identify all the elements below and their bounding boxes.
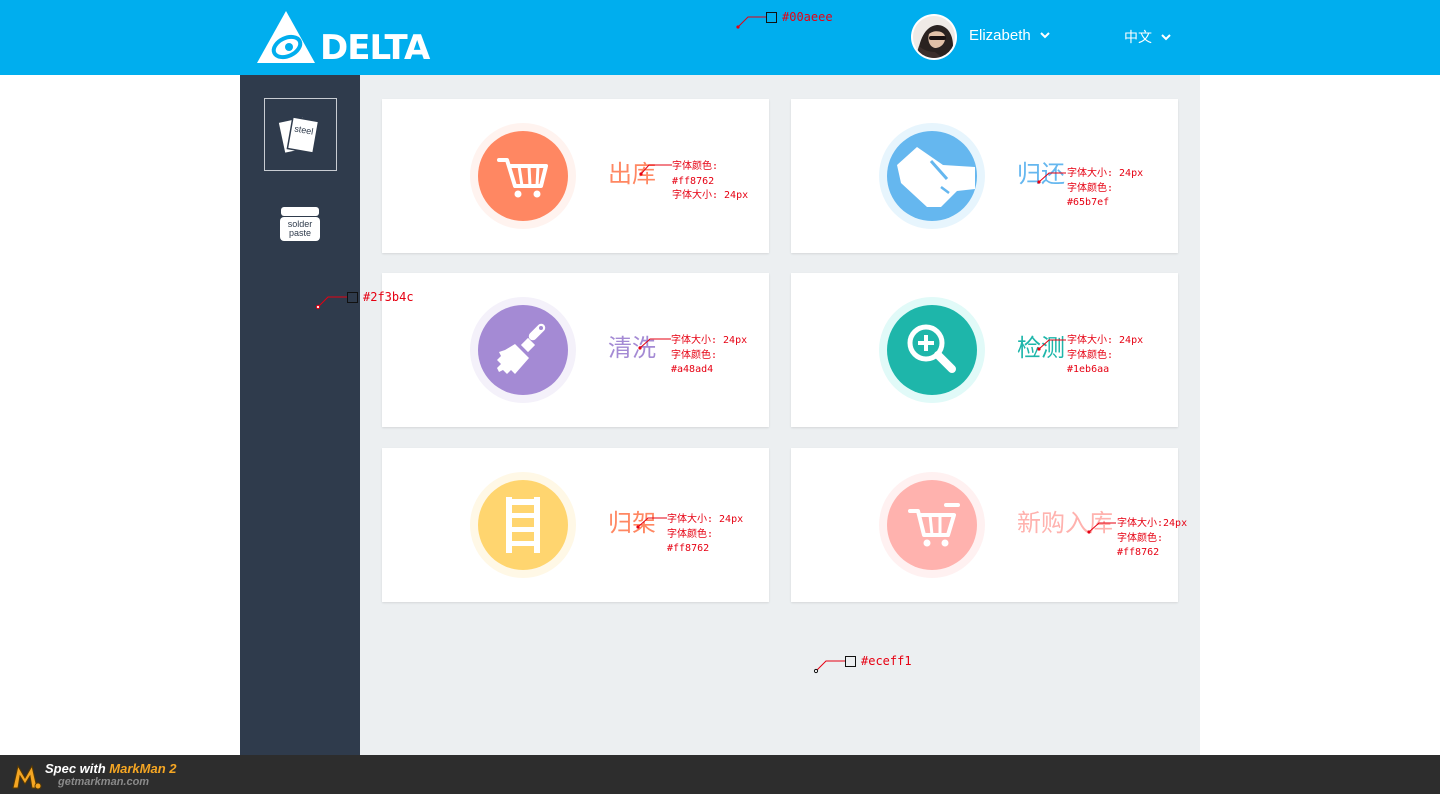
steel-sheets-icon: steel — [277, 115, 320, 155]
markman-credit[interactable]: Spec with MarkMan 2 — [45, 761, 177, 776]
avatar-photo-icon — [913, 16, 955, 58]
card-inspect[interactable]: 检测 字体大小: 24px 字体颜色: #1eb6aa — [791, 273, 1178, 427]
cart-icon — [497, 158, 548, 198]
sidebar-item-steel[interactable]: steel — [264, 98, 337, 171]
delta-logo[interactable]: DELTA — [256, 10, 430, 68]
sidebar: steel solder paste — [240, 75, 360, 755]
spec-annotation: 字体大小: 24px 字体颜色: #1eb6aa — [1067, 335, 1144, 375]
sidebar-item-solder-paste[interactable]: solder paste — [264, 189, 337, 262]
sidebar-color-spec: #2f3b4c — [347, 290, 414, 304]
card-label: 检测 — [1017, 334, 1065, 362]
card-label: 出库 — [608, 160, 656, 188]
card-icon-ring — [470, 297, 576, 403]
card-label: 归架 — [608, 509, 656, 537]
language-menu[interactable]: 中文 — [1124, 27, 1171, 47]
card-label: 归还 — [1017, 160, 1065, 188]
brush-icon — [497, 323, 546, 374]
markman-logo-icon — [12, 764, 42, 790]
markman-url[interactable]: getmarkman.com — [58, 776, 149, 788]
user-name: Elizabeth — [969, 27, 1031, 44]
delta-triangle-icon — [257, 11, 315, 63]
spec-annotation: 字体大小: 24px 字体颜色: #65b7ef — [1067, 168, 1144, 208]
language-label: 中文 — [1124, 30, 1152, 46]
top-header: DELTA Elizabeth 中文 — [0, 0, 1440, 75]
header-color-spec: #00aeee — [766, 10, 833, 24]
card-icon-ring — [470, 123, 576, 229]
main-color-spec: #eceff1 — [845, 654, 912, 668]
card-new-purchase[interactable]: 新购入库 字体大小:24px 字体颜色: #ff8762 — [791, 448, 1187, 602]
delta-logo-text: DELTA — [320, 28, 430, 68]
spec-annotation: 字体颜色: #ff8762 字体大小: 24px — [672, 161, 749, 201]
user-menu[interactable]: Elizabeth — [969, 27, 1050, 44]
card-return[interactable]: 归还 字体大小: 24px 字体颜色: #65b7ef — [791, 99, 1178, 253]
solder-paste-jar-icon: solder paste — [280, 207, 320, 241]
handshake-icon — [897, 147, 975, 207]
solder-label-line2: paste — [289, 228, 311, 238]
cart-icon — [908, 503, 960, 547]
chevron-down-icon — [1161, 33, 1171, 40]
markman-footer: Spec with MarkMan 2 getmarkman.com — [0, 755, 1440, 794]
spec-annotation: 字体大小: 24px 字体颜色: #ff8762 — [667, 514, 744, 554]
main-content: 出库 字体颜色: #ff8762 字体大小: 24px 归还 字体大小: 24p… — [360, 75, 1200, 755]
spec-annotation: 字体大小: 24px 字体颜色: #a48ad4 — [671, 335, 748, 375]
card-icon-ring — [470, 472, 576, 578]
card-label: 清洗 — [608, 334, 656, 362]
card-outbound[interactable]: 出库 字体颜色: #ff8762 字体大小: 24px — [382, 99, 769, 253]
card-label: 新购入库 — [1017, 509, 1113, 537]
card-icon-ring — [879, 472, 985, 578]
card-shelve[interactable]: 归架 字体大小: 24px 字体颜色: #ff8762 — [382, 448, 769, 602]
magnifier-plus-icon — [907, 324, 956, 373]
chevron-down-icon — [1040, 32, 1050, 39]
card-clean[interactable]: 清洗 字体大小: 24px 字体颜色: #a48ad4 — [382, 273, 769, 427]
shelf-ladder-icon — [506, 497, 540, 553]
spec-annotation: 字体大小:24px 字体颜色: #ff8762 — [1117, 518, 1188, 558]
user-avatar[interactable] — [913, 16, 955, 58]
card-icon-ring — [879, 297, 985, 403]
card-icon-ring — [879, 123, 985, 229]
